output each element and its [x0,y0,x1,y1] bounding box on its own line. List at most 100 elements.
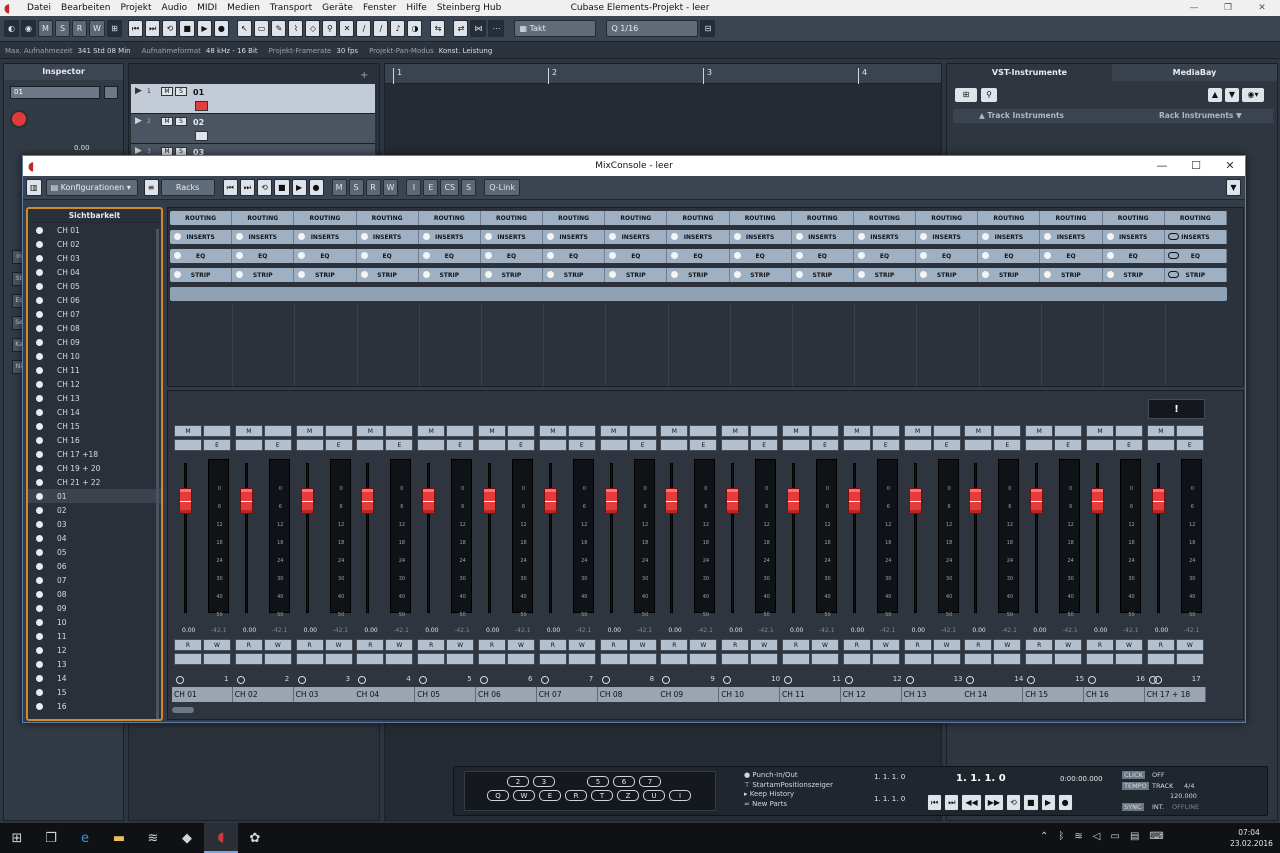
rack-eq-ch8[interactable]: EQ [605,249,668,263]
add-track-icon[interactable]: + [360,70,368,81]
power-icon[interactable] [360,271,368,278]
fader-track[interactable] [305,463,309,613]
rack-eq-ch11[interactable]: EQ [792,249,854,263]
visibility-item[interactable]: 14 [28,671,161,685]
visibility-item[interactable]: CH 06 [28,293,161,307]
mix-menu-icon[interactable]: ▼ [1226,179,1241,196]
write-button[interactable]: W [263,639,292,651]
rack-eq-ch1[interactable]: EQ [170,249,233,263]
power-icon[interactable] [1106,252,1114,259]
visibility-item[interactable]: 15 [28,685,161,699]
power-icon[interactable] [236,271,244,278]
automation-button[interactable] [567,653,596,665]
qlink-button[interactable]: Q-Link [484,179,521,196]
write-button[interactable]: W [203,639,231,651]
track-instruments-toggle[interactable]: ▲ Track Instruments [979,109,1064,123]
rack-strip-ch8[interactable]: STRIP [605,268,668,282]
listen-button[interactable] [660,439,689,451]
fader-handle[interactable] [847,487,861,514]
solo-button[interactable] [871,425,900,437]
edit-button[interactable]: E [203,439,231,451]
visibility-item[interactable]: 11 [28,629,161,643]
punch-in-out[interactable]: ● Punch-In/Out [744,771,844,781]
visibility-toggle-icon[interactable] [36,450,43,458]
channel-name[interactable]: CH 13 [901,687,963,702]
visibility-toggle-icon[interactable] [36,324,43,332]
channel-name[interactable]: CH 05 [415,687,477,702]
transport-record-icon[interactable]: ● [1057,794,1073,811]
edit-button[interactable]: E [324,439,353,451]
input-ring-icon[interactable] [1088,676,1096,684]
fader-track[interactable] [244,463,248,613]
power-icon[interactable] [422,233,430,240]
rack-eq-ch14[interactable]: EQ [978,249,1041,263]
menu-item-5[interactable]: Medien [222,0,265,16]
quantize-settings-icon[interactable]: ⊟ [700,20,716,37]
rack-inserts-ch6[interactable]: INSERTS [481,230,544,244]
power-icon[interactable] [1106,271,1114,278]
visibility-toggle-icon[interactable] [36,254,43,262]
fader-value[interactable]: 0.00 [243,627,256,634]
power-icon[interactable] [422,252,430,259]
racks-select[interactable]: Racks [160,179,215,196]
read-button[interactable]: R [295,639,324,651]
menu-item-3[interactable]: Audio [157,0,193,16]
virtual-key-7[interactable]: 7 [639,776,661,787]
solo-button[interactable] [628,425,657,437]
automation-button[interactable] [507,653,535,665]
volume-icon[interactable]: ◁ [1093,831,1101,842]
visibility-item[interactable]: CH 10 [28,349,161,363]
cubase-taskbar-icon[interactable]: ◖ [204,823,238,853]
write-button[interactable]: W [932,639,961,651]
rack-inserts-ch1[interactable]: INSERTS [170,230,233,244]
tray-up-icon[interactable]: ⌃ [1040,831,1048,842]
virtual-key-6[interactable]: 6 [613,776,635,787]
inspector-track-name[interactable]: 01 [10,86,100,99]
power-icon[interactable] [920,233,928,240]
listen-button[interactable] [599,439,628,451]
automation-button[interactable] [599,653,628,665]
listen-button[interactable] [295,439,324,451]
fader-value[interactable]: 0.00 [790,627,803,634]
listen-button[interactable] [234,439,263,451]
read-button[interactable]: R [964,639,993,651]
visibility-toggle-icon[interactable] [36,534,43,542]
transport-start-icon[interactable]: ⏮ [927,794,943,811]
fader-handle[interactable] [361,487,375,514]
rack-routing-ch8[interactable]: ROUTING [605,211,668,225]
power-icon[interactable] [671,271,679,278]
rack-routing-ch10[interactable]: ROUTING [730,211,792,225]
menu-item-2[interactable]: Projekt [115,0,156,16]
power-icon[interactable] [1044,271,1052,278]
visibility-scrollbar[interactable] [156,229,159,719]
power-icon[interactable] [982,252,990,259]
track-m-button[interactable]: M [161,87,173,96]
rack-strip-ch13[interactable]: STRIP [916,268,979,282]
solo-button[interactable] [1175,425,1204,437]
battery-icon[interactable]: ▭ [1110,831,1119,842]
power-icon[interactable] [982,233,990,240]
automation-button[interactable] [750,653,779,665]
bluetooth-icon[interactable]: ᛒ [1058,831,1064,842]
fader-value[interactable]: 0.00 [364,627,377,634]
edit-button[interactable]: E [567,439,596,451]
rack-eq-ch4[interactable]: EQ [357,249,419,263]
rack-routing-ch3[interactable]: ROUTING [294,211,357,225]
rack-eq-ch7[interactable]: EQ [543,249,606,263]
settings-menu-icon[interactable]: ◉▾ [1242,88,1264,102]
edit-button[interactable]: E [932,439,961,451]
pan-mode-value[interactable]: Konst. Leistung [439,47,499,55]
mix-close-icon[interactable]: ✕ [1213,156,1247,176]
fader-track[interactable] [427,463,431,613]
rack-routing-ch11[interactable]: ROUTING [792,211,854,225]
visibility-toggle-icon[interactable] [36,632,43,640]
cycle-icon[interactable]: ⟲ [162,20,178,37]
position-display[interactable]: 1. 1. 1. 0 [956,773,1006,784]
visibility-toggle-icon[interactable] [36,562,43,570]
power-icon[interactable] [671,252,679,259]
automation-button[interactable] [721,653,750,665]
rack-routing-ch5[interactable]: ROUTING [419,211,481,225]
channel-name[interactable]: CH 09 [658,687,720,702]
rack-strip-ch12[interactable]: STRIP [854,268,917,282]
configurations-select[interactable]: ▤ Konfigurationen ▾ [45,179,138,196]
